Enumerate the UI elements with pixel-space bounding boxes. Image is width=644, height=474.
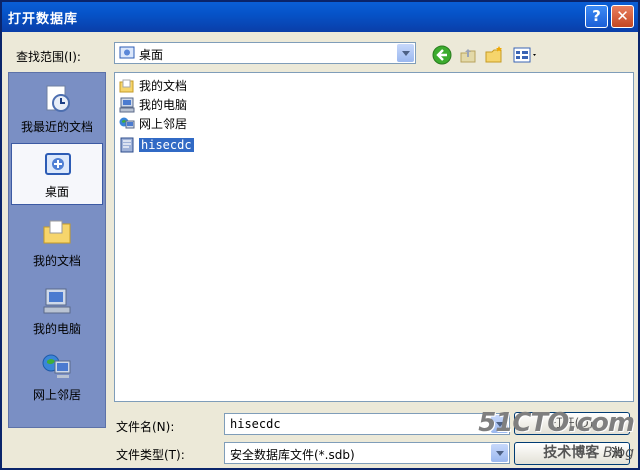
lookin-dropdown[interactable]: 桌面 (114, 42, 416, 64)
back-icon[interactable] (432, 45, 452, 65)
place-label: 网上邻居 (32, 388, 81, 402)
list-item[interactable]: 我的电脑 (119, 96, 187, 114)
lookin-label: 查找范围(I): (16, 50, 81, 64)
place-my-documents[interactable]: 我的文档 (11, 211, 103, 273)
filename-label: 文件名(N): (116, 420, 175, 434)
window-title: 打开数据库 (8, 12, 79, 27)
computer-icon (119, 97, 135, 113)
filetype-label: 文件类型(T): (116, 448, 185, 462)
new-folder-icon[interactable] (484, 45, 504, 65)
filetype-dropdown[interactable]: 安全数据库文件(*.sdb) (224, 442, 510, 464)
place-label: 我的电脑 (32, 322, 81, 336)
filetype-value: 安全数据库文件(*.sdb) (230, 448, 355, 462)
file-list[interactable]: 我的文档 我的电脑 网上邻居 hisecdc (114, 72, 634, 402)
filename-input[interactable]: hisecdc (224, 413, 510, 435)
place-label: 桌面 (44, 185, 69, 199)
network-icon (119, 117, 135, 129)
view-menu-icon[interactable] (512, 45, 540, 65)
desktop-icon (45, 153, 71, 175)
lookin-value: 桌面 (139, 48, 164, 62)
place-network-places[interactable]: 网上邻居 (11, 345, 103, 407)
place-recent-documents[interactable]: 我最近的文档 (11, 77, 103, 139)
desktop-small-icon (119, 46, 135, 59)
place-my-computer[interactable]: 我的电脑 (11, 279, 103, 341)
up-folder-icon[interactable] (458, 45, 478, 65)
list-item[interactable]: hisecdc (119, 136, 194, 154)
list-item[interactable]: 网上邻居 (119, 115, 187, 133)
places-bar: 我最近的文档 桌面 我的文档 我的电脑 网上邻居 (8, 72, 106, 428)
chevron-down-icon[interactable] (397, 44, 414, 62)
place-desktop[interactable]: 桌面 (11, 143, 103, 205)
network-places-icon (42, 354, 71, 378)
my-computer-icon (43, 288, 71, 314)
cancel-button[interactable]: 消 (514, 442, 630, 465)
chevron-down-icon[interactable] (491, 415, 508, 433)
close-button[interactable]: ✕ (611, 5, 634, 28)
my-documents-icon (43, 220, 71, 244)
title-bar[interactable]: 打开数据库 ? ✕ (2, 2, 638, 32)
recent-documents-icon (46, 85, 70, 112)
filename-value: hisecdc (230, 417, 281, 431)
database-file-icon (120, 137, 134, 153)
place-label: 我的文档 (32, 254, 81, 268)
folder-icon (119, 79, 134, 93)
list-item[interactable]: 我的文档 (119, 77, 187, 95)
open-button-label: 打开(O) (550, 416, 594, 430)
chevron-down-icon[interactable] (491, 444, 508, 462)
help-button[interactable]: ? (585, 5, 608, 28)
place-label: 我最近的文档 (20, 120, 93, 134)
cancel-button-label: 消 (610, 446, 623, 460)
open-database-dialog: 打开数据库 ? ✕ 查找范围(I): 桌面 我最近的文档 桌面 我的文档 我的电… (0, 0, 640, 470)
open-button[interactable]: 打开(O) (514, 412, 630, 435)
